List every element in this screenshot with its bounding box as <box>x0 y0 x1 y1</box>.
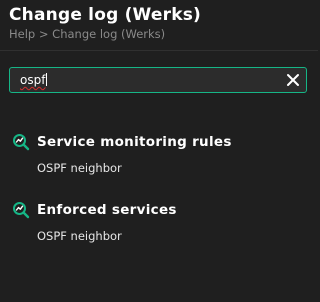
result-topic-title: Service monitoring rules <box>37 134 232 150</box>
search-result-icon <box>12 133 30 151</box>
result-item-link[interactable]: OSPF neighbor <box>37 229 122 243</box>
search-input[interactable]: ospf <box>9 67 307 93</box>
close-icon <box>287 74 299 86</box>
search-result-icon <box>12 201 30 219</box>
breadcrumb[interactable]: Help > Change log (Werks) <box>9 27 165 41</box>
change-log-page: Change log (Werks) Help > Change log (We… <box>0 0 318 302</box>
search-input-text: ospf <box>20 73 46 87</box>
search-input-value[interactable]: ospf <box>20 73 48 87</box>
page-header: Change log (Werks) Help > Change log (We… <box>0 0 318 51</box>
result-topic-title: Enforced services <box>37 202 177 218</box>
clear-search-button[interactable] <box>284 71 302 89</box>
result-item-link[interactable]: OSPF neighbor <box>37 161 122 175</box>
text-caret <box>46 73 48 86</box>
page-title: Change log (Werks) <box>9 5 201 25</box>
